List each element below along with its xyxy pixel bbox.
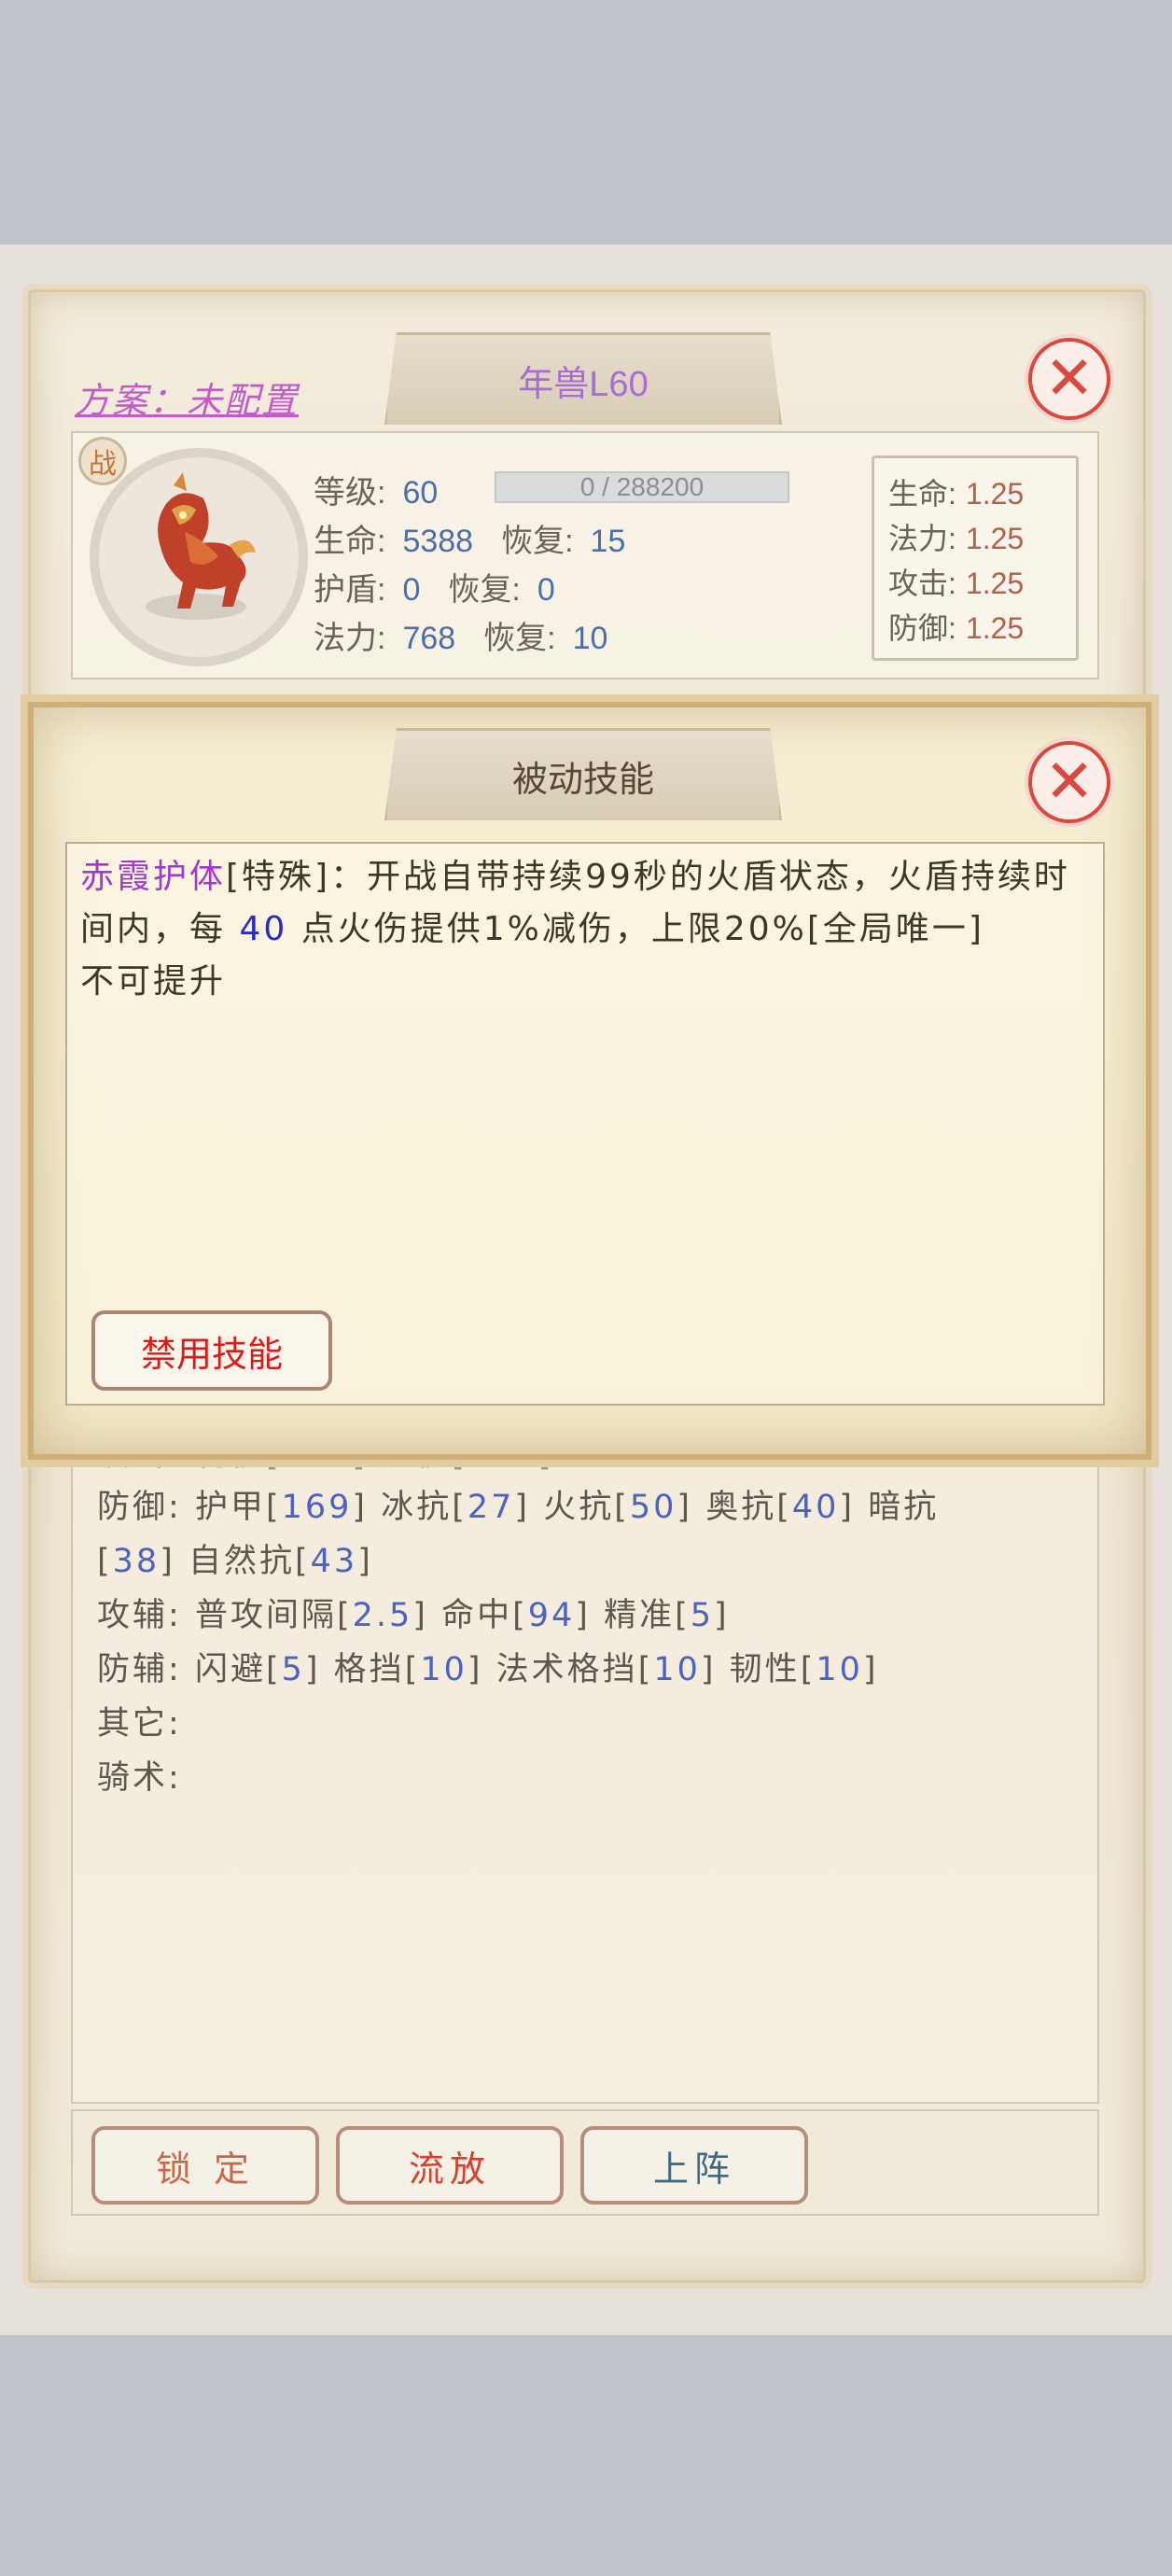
level-label: 等级: (314, 475, 386, 511)
xp-text: 0 / 288200 (579, 472, 705, 501)
hp-value: 5388 (402, 524, 474, 559)
xp-bar: 0 / 288200 (495, 471, 789, 503)
shield-regen-value: 0 (537, 572, 555, 608)
shield-row: 护盾: 0 恢复: 0 (314, 572, 555, 608)
mana-value: 768 (402, 621, 456, 656)
lock-button[interactable]: 锁 定 (91, 2126, 319, 2205)
hp-regen-value: 15 (590, 524, 626, 559)
beast-avatar[interactable] (129, 467, 259, 635)
shield-value: 0 (402, 572, 421, 608)
skill-number: 40 (239, 910, 288, 948)
pet-title-tab: 年兽L60 (384, 332, 782, 425)
disable-skill-button[interactable]: 禁用技能 (91, 1310, 332, 1391)
growth-defense: 防御: 1.25 (888, 611, 1025, 645)
mana-regen-value: 10 (572, 621, 608, 656)
growth-mana: 法力: 1.25 (888, 522, 1025, 555)
close-main-button[interactable]: ✕ (1028, 338, 1110, 420)
war-badge: 战 (78, 437, 127, 485)
mana-row: 法力: 768 恢复: 10 (314, 621, 608, 656)
level-value: 60 (402, 475, 439, 511)
hp-row: 生命: 5388 恢复: 15 (314, 524, 626, 559)
growth-hp: 生命: 1.25 (888, 477, 1025, 511)
close-popup-button[interactable]: ✕ (1028, 741, 1110, 823)
defense-aux-row: 防辅: 闪避[5] 格挡[10] 法术格挡[10] 韧性[10] (97, 1651, 879, 1688)
exile-button[interactable]: 流放 (336, 2126, 564, 2205)
other-row: 其它: (97, 1705, 182, 1743)
skill-name: 赤霞护体 (80, 858, 227, 896)
scheme-link[interactable]: 方案：未配置 (75, 371, 299, 423)
pet-name: 年兽L60 (518, 364, 649, 404)
deploy-button[interactable]: 上阵 (580, 2126, 808, 2205)
close-icon: ✕ (1044, 344, 1095, 413)
attack-aux-row: 攻辅: 普攻间隔[2.5] 命中[94] 精准[5] (97, 1597, 730, 1634)
skill-description: 赤霞护体[特殊]：开战自带持续99秒的火盾状态，火盾持续时间内，每 40 点火伤… (80, 858, 1070, 1001)
defense-row: 防御: 护甲[169] 冰抗[27] 火抗[50] 奥抗[40] 暗抗 [38] … (97, 1489, 940, 1580)
popup-title-tab: 被动技能 (384, 728, 782, 820)
close-icon: ✕ (1044, 748, 1095, 817)
level-row: 等级: 60 (314, 467, 438, 512)
popup-title: 被动技能 (511, 758, 654, 800)
riding-row: 骑术: (97, 1759, 182, 1797)
growth-attack: 攻击: 1.25 (888, 567, 1025, 600)
